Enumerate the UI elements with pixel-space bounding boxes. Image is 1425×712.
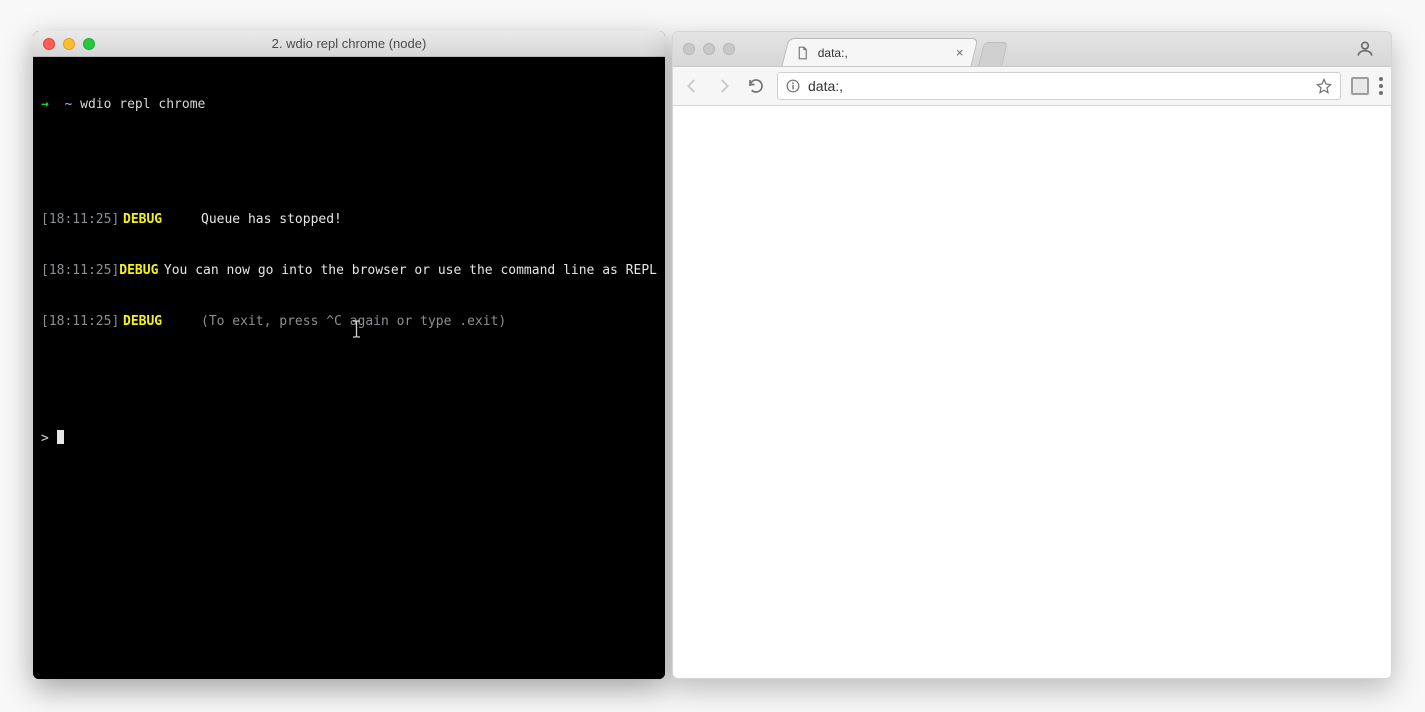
repl-prompt[interactable]: > bbox=[41, 430, 657, 447]
minimize-window-button[interactable] bbox=[703, 43, 715, 55]
terminal-titlebar: 2. wdio repl chrome (node) bbox=[33, 31, 665, 57]
terminal-window: 2. wdio repl chrome (node) → ~ wdio repl… bbox=[33, 31, 665, 679]
file-icon bbox=[796, 46, 810, 60]
browser-toolbar: data:, bbox=[673, 66, 1391, 106]
url-text: data:, bbox=[808, 78, 1308, 94]
chrome-menu-button[interactable] bbox=[1379, 77, 1383, 95]
new-tab-button[interactable] bbox=[978, 42, 1008, 66]
window-controls bbox=[33, 38, 95, 50]
browser-viewport[interactable] bbox=[673, 106, 1391, 678]
close-window-button[interactable] bbox=[683, 43, 695, 55]
minimize-window-button[interactable] bbox=[63, 38, 75, 50]
bookmark-star-icon[interactable] bbox=[1316, 78, 1332, 94]
extension-icon[interactable] bbox=[1351, 77, 1369, 95]
back-button[interactable] bbox=[681, 75, 703, 97]
tab-close-button[interactable]: × bbox=[956, 45, 964, 60]
address-bar[interactable]: data:, bbox=[777, 72, 1341, 100]
log-level: DEBUG bbox=[123, 211, 201, 228]
terminal-prompt-line: → ~ wdio repl chrome bbox=[41, 96, 657, 113]
toolbar-right bbox=[1351, 77, 1383, 95]
prompt-arrow-icon: → bbox=[41, 97, 49, 112]
terminal-body[interactable]: → ~ wdio repl chrome [18:11:25]DEBUGQueu… bbox=[33, 57, 665, 679]
reload-button[interactable] bbox=[745, 75, 767, 97]
window-controls-inactive bbox=[681, 43, 785, 55]
repl-caret: > bbox=[41, 431, 49, 446]
prompt-path: ~ bbox=[64, 97, 72, 112]
zoom-window-button[interactable] bbox=[83, 38, 95, 50]
log-message: You can now go into the browser or use t… bbox=[164, 262, 657, 279]
site-info-icon[interactable] bbox=[786, 79, 800, 93]
zoom-window-button[interactable] bbox=[723, 43, 735, 55]
log-timestamp: [18:11:25] bbox=[41, 211, 123, 228]
profile-avatar-icon[interactable] bbox=[1355, 39, 1375, 59]
forward-button[interactable] bbox=[713, 75, 735, 97]
text-cursor-icon bbox=[57, 430, 64, 444]
browser-tab[interactable]: data:, × bbox=[782, 38, 979, 66]
terminal-log-block: [18:11:25]DEBUGQueue has stopped! [18:11… bbox=[41, 177, 657, 364]
tab-title: data:, bbox=[818, 46, 940, 60]
log-timestamp: [18:11:25] bbox=[41, 262, 119, 279]
browser-window: data:, × data:, bbox=[672, 31, 1392, 679]
browser-tabstrip: data:, × bbox=[673, 32, 1391, 66]
terminal-title: 2. wdio repl chrome (node) bbox=[33, 36, 665, 51]
log-level: DEBUG bbox=[123, 313, 201, 330]
log-level: DEBUG bbox=[119, 262, 164, 279]
terminal-log-line: [18:11:25]DEBUGYou can now go into the b… bbox=[41, 262, 657, 279]
terminal-log-line: [18:11:25]DEBUG(To exit, press ^C again … bbox=[41, 313, 657, 330]
prompt-command: wdio repl chrome bbox=[80, 97, 205, 112]
log-message: Queue has stopped! bbox=[201, 211, 657, 228]
log-message: (To exit, press ^C again or type .exit) bbox=[201, 313, 657, 330]
close-window-button[interactable] bbox=[43, 38, 55, 50]
log-timestamp: [18:11:25] bbox=[41, 313, 123, 330]
terminal-log-line: [18:11:25]DEBUGQueue has stopped! bbox=[41, 211, 657, 228]
